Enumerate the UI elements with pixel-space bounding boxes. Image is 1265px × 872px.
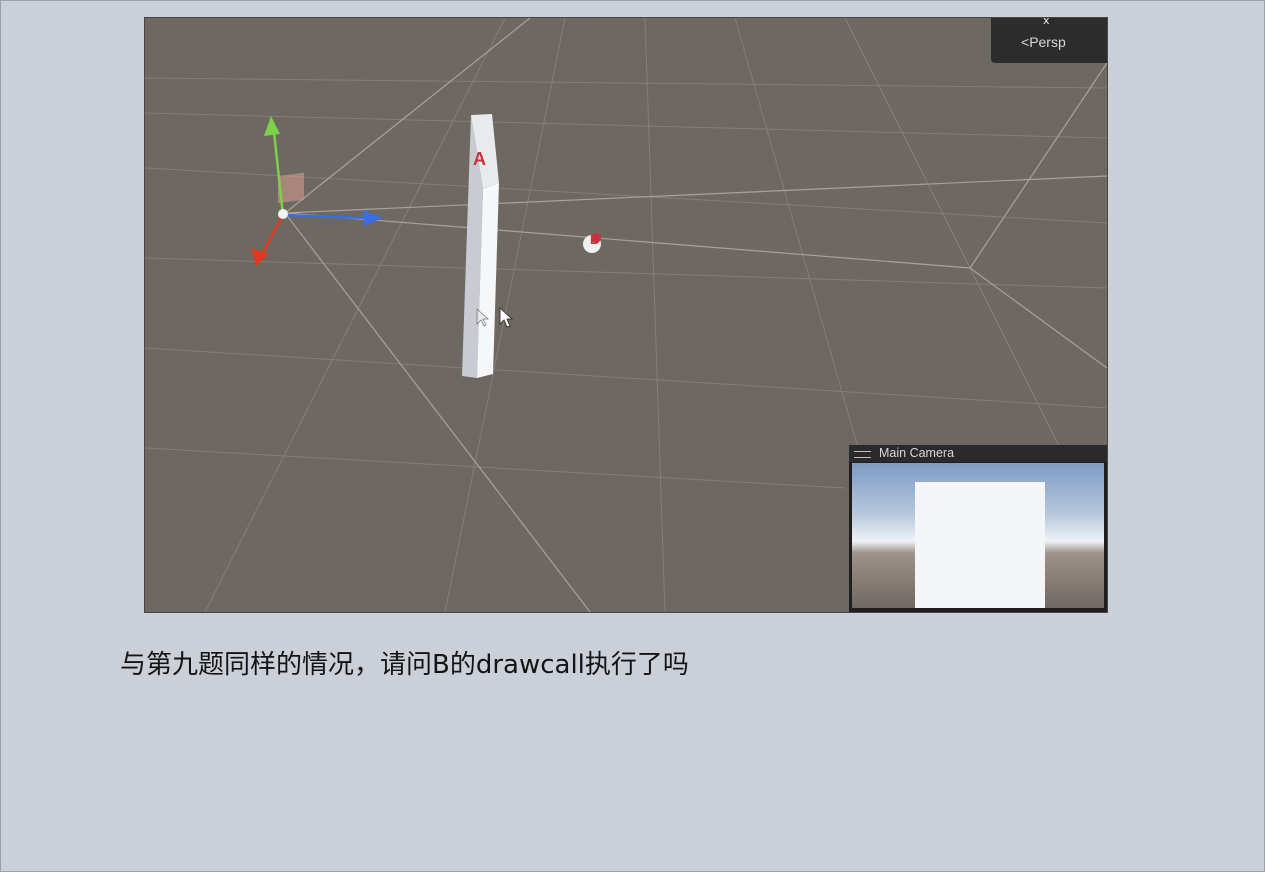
object-a-wall[interactable]: A — [462, 114, 499, 378]
persp-toggle[interactable]: x <Persp — [991, 18, 1107, 63]
camera-preview-title-bar[interactable]: Main Camera — [849, 445, 1107, 462]
camera-preview-window[interactable]: Main Camera — [849, 445, 1107, 612]
object-a-label: A — [473, 149, 486, 169]
move-gizmo-icon[interactable] — [251, 116, 383, 266]
camera-preview-title: Main Camera — [879, 446, 955, 460]
scene-view[interactable]: A B x <Persp Main Camera — [144, 17, 1108, 613]
persp-label: <Persp — [1021, 34, 1066, 50]
hamburger-menu-icon[interactable] — [854, 451, 871, 458]
object-b-sphere[interactable]: B — [583, 232, 601, 253]
persp-close-icon[interactable]: x — [1043, 18, 1050, 27]
question-text: 与第九题同样的情况，请问B的drawcall执行了吗 — [120, 650, 689, 680]
object-b-label: B — [590, 232, 599, 247]
camera-preview-render — [852, 463, 1104, 608]
persp-label-text: Persp — [1029, 34, 1066, 50]
camera-preview-wall — [915, 482, 1045, 608]
